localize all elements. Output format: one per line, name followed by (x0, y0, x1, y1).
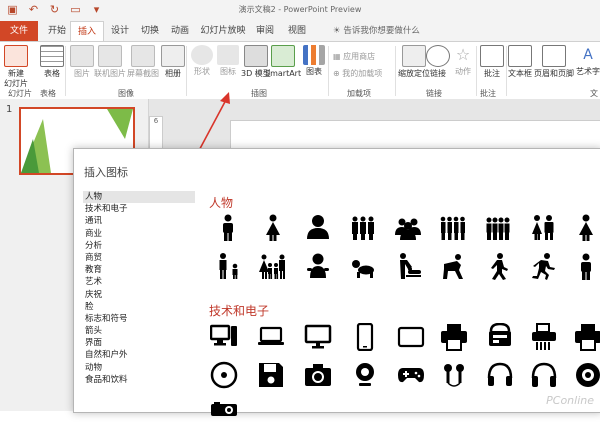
printer-alt-icon[interactable] (574, 323, 600, 351)
category-communication[interactable]: 通讯 (83, 215, 195, 227)
diaper-change-icon[interactable] (394, 252, 422, 280)
gamepad-icon[interactable] (397, 361, 425, 389)
tablet-icon[interactable] (397, 323, 425, 351)
projector-icon[interactable] (210, 397, 238, 425)
category-commerce[interactable]: 商贸 (83, 252, 195, 264)
running-icon[interactable] (529, 252, 557, 280)
category-faces[interactable]: 脸 (83, 301, 195, 313)
printer-icon[interactable] (440, 323, 468, 351)
mobile-phone-icon[interactable] (351, 323, 379, 351)
category-interface[interactable]: 界面 (83, 337, 195, 349)
section-title-tech: 技术和电子 (209, 304, 270, 318)
category-celebration[interactable]: 庆祝 (83, 289, 195, 301)
couple-icon[interactable] (529, 213, 557, 241)
fax-machine-icon[interactable] (486, 323, 514, 351)
woman-standing-icon[interactable] (572, 213, 600, 241)
camera-icon[interactable] (304, 361, 332, 389)
category-tech[interactable]: 技术和电子 (83, 203, 195, 215)
watermark: PConline (546, 394, 594, 407)
team-icon[interactable] (484, 213, 512, 241)
dialog-title: 插入图标 (84, 166, 128, 179)
desktop-computer-icon[interactable] (210, 323, 238, 351)
headphones-icon[interactable] (530, 361, 558, 389)
category-arts[interactable]: 艺术 (83, 276, 195, 288)
floppy-disk-icon[interactable] (257, 361, 285, 389)
baby-icon[interactable] (304, 252, 332, 280)
category-list: 人物 技术和电子 通讯 商业 分析 商贸 教育 艺术 庆祝 脸 标志和符号 箭头… (83, 191, 195, 386)
woman-icon[interactable] (259, 213, 287, 241)
webcam-icon[interactable] (351, 361, 379, 389)
crowd-icon[interactable] (439, 213, 467, 241)
person-icon[interactable] (214, 213, 242, 241)
insert-icons-dialog: 插入图标 人物 技术和电子 通讯 商业 分析 商贸 教育 艺术 庆祝 脸 标志和… (73, 148, 600, 416)
earbuds-icon[interactable] (440, 361, 468, 389)
user-icon[interactable] (304, 213, 332, 241)
category-animals[interactable]: 动物 (83, 362, 195, 374)
shredder-icon[interactable] (530, 323, 558, 351)
group-icon[interactable] (394, 213, 422, 241)
speaker-icon[interactable] (574, 361, 600, 389)
headset-icon[interactable] (486, 361, 514, 389)
family-icon[interactable] (349, 213, 377, 241)
category-arrows[interactable]: 箭头 (83, 325, 195, 337)
person-crawling-icon[interactable] (439, 252, 467, 280)
category-business[interactable]: 商业 (83, 228, 195, 240)
category-nature[interactable]: 自然和户外 (83, 349, 195, 361)
category-food[interactable]: 食品和饮料 (83, 374, 195, 386)
category-analytics[interactable]: 分析 (83, 240, 195, 252)
section-title-people: 人物 (209, 196, 234, 210)
walking-icon[interactable] (484, 252, 512, 280)
man-icon[interactable] (572, 252, 600, 280)
category-education[interactable]: 教育 (83, 264, 195, 276)
crawling-baby-icon[interactable] (349, 252, 377, 280)
laptop-icon[interactable] (257, 323, 285, 351)
monitor-icon[interactable] (304, 323, 332, 351)
cd-icon[interactable] (210, 361, 238, 389)
category-people[interactable]: 人物 (83, 191, 195, 204)
family-children-icon[interactable] (259, 252, 287, 280)
category-signs[interactable]: 标志和符号 (83, 313, 195, 325)
parent-child-icon[interactable] (214, 252, 242, 280)
